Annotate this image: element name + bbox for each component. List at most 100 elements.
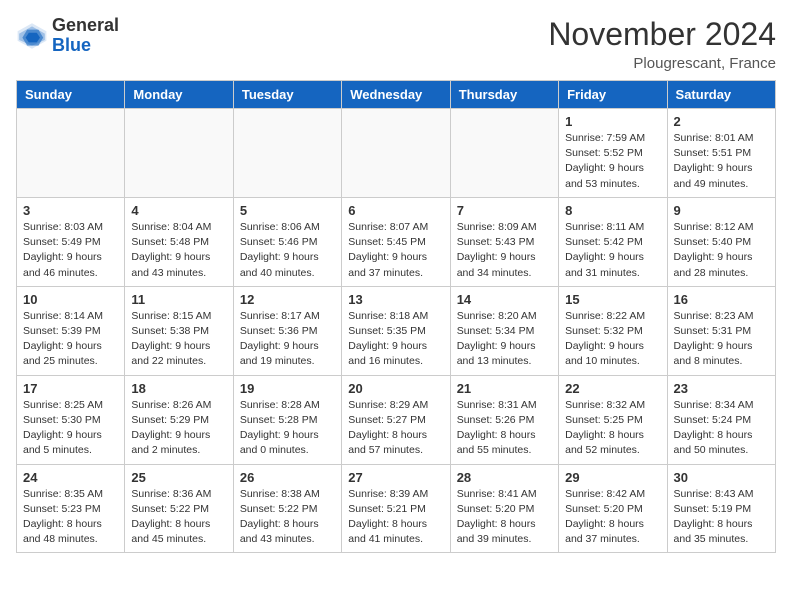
calendar-cell: 23 Sunrise: 8:34 AM Sunset: 5:24 PM Dayli… [667,375,775,464]
calendar-cell: 9 Sunrise: 8:12 AM Sunset: 5:40 PM Daylig… [667,197,775,286]
calendar-cell: 19 Sunrise: 8:28 AM Sunset: 5:28 PM Dayli… [233,375,341,464]
day-number: 14 [457,292,552,307]
day-number: 22 [565,381,660,396]
calendar-cell: 12 Sunrise: 8:17 AM Sunset: 5:36 PM Dayli… [233,286,341,375]
day-number: 21 [457,381,552,396]
day-info: Sunrise: 8:28 AM Sunset: 5:28 PM Dayligh… [240,398,335,459]
calendar-cell: 28 Sunrise: 8:41 AM Sunset: 5:20 PM Dayli… [450,464,558,553]
calendar-cell: 17 Sunrise: 8:25 AM Sunset: 5:30 PM Dayli… [17,375,125,464]
day-info: Sunrise: 8:31 AM Sunset: 5:26 PM Dayligh… [457,398,552,459]
calendar-cell: 29 Sunrise: 8:42 AM Sunset: 5:20 PM Dayli… [559,464,667,553]
day-number: 11 [131,292,226,307]
day-info: Sunrise: 8:34 AM Sunset: 5:24 PM Dayligh… [674,398,769,459]
calendar-cell [125,109,233,198]
calendar-cell: 16 Sunrise: 8:23 AM Sunset: 5:31 PM Dayli… [667,286,775,375]
calendar-cell: 22Sunrise: 8:32 AM Sunset: 5:25 PM Dayli… [559,375,667,464]
calendar-cell: 15Sunrise: 8:22 AM Sunset: 5:32 PM Dayli… [559,286,667,375]
day-number: 16 [674,292,769,307]
month-title: November 2024 [548,16,776,53]
day-header-friday: Friday [559,81,667,109]
calendar-cell: 21 Sunrise: 8:31 AM Sunset: 5:26 PM Dayli… [450,375,558,464]
calendar-cell: 30 Sunrise: 8:43 AM Sunset: 5:19 PM Dayli… [667,464,775,553]
day-number: 20 [348,381,443,396]
day-number: 4 [131,203,226,218]
day-number: 7 [457,203,552,218]
day-info: Sunrise: 8:15 AM Sunset: 5:38 PM Dayligh… [131,309,226,370]
day-number: 5 [240,203,335,218]
day-number: 1 [565,114,660,129]
day-info: Sunrise: 8:12 AM Sunset: 5:40 PM Dayligh… [674,220,769,281]
page-header: General Blue November 2024 Plougrescant,… [16,16,776,72]
calendar-week-3: 10 Sunrise: 8:14 AM Sunset: 5:39 PM Dayli… [17,286,776,375]
calendar-cell: 1 Sunrise: 7:59 AM Sunset: 5:52 PM Daylig… [559,109,667,198]
day-info: Sunrise: 8:11 AM Sunset: 5:42 PM Dayligh… [565,220,660,281]
day-number: 9 [674,203,769,218]
day-info: Sunrise: 8:42 AM Sunset: 5:20 PM Dayligh… [565,487,660,548]
day-info: Sunrise: 8:09 AM Sunset: 5:43 PM Dayligh… [457,220,552,281]
day-number: 15 [565,292,660,307]
day-header-sunday: Sunday [17,81,125,109]
logo: General Blue [16,16,119,56]
day-info: Sunrise: 8:07 AM Sunset: 5:45 PM Dayligh… [348,220,443,281]
calendar-table: SundayMondayTuesdayWednesdayThursdayFrid… [16,80,776,553]
calendar-cell: 4 Sunrise: 8:04 AM Sunset: 5:48 PM Daylig… [125,197,233,286]
day-info: Sunrise: 8:03 AM Sunset: 5:49 PM Dayligh… [23,220,118,281]
calendar-cell: 3Sunrise: 8:03 AM Sunset: 5:49 PM Daylig… [17,197,125,286]
day-info: Sunrise: 8:23 AM Sunset: 5:31 PM Dayligh… [674,309,769,370]
day-info: Sunrise: 8:26 AM Sunset: 5:29 PM Dayligh… [131,398,226,459]
day-header-tuesday: Tuesday [233,81,341,109]
calendar-cell [17,109,125,198]
day-info: Sunrise: 8:14 AM Sunset: 5:39 PM Dayligh… [23,309,118,370]
day-info: Sunrise: 8:01 AM Sunset: 5:51 PM Dayligh… [674,131,769,192]
day-info: Sunrise: 8:39 AM Sunset: 5:21 PM Dayligh… [348,487,443,548]
day-header-thursday: Thursday [450,81,558,109]
calendar-cell: 10 Sunrise: 8:14 AM Sunset: 5:39 PM Dayli… [17,286,125,375]
calendar-cell: 27 Sunrise: 8:39 AM Sunset: 5:21 PM Dayli… [342,464,450,553]
day-info: Sunrise: 8:17 AM Sunset: 5:36 PM Dayligh… [240,309,335,370]
logo-icon [16,20,48,52]
day-header-wednesday: Wednesday [342,81,450,109]
calendar-week-1: 1 Sunrise: 7:59 AM Sunset: 5:52 PM Daylig… [17,109,776,198]
calendar-cell: 26Sunrise: 8:38 AM Sunset: 5:22 PM Dayli… [233,464,341,553]
day-info: Sunrise: 8:35 AM Sunset: 5:23 PM Dayligh… [23,487,118,548]
logo-general: General [52,15,119,35]
calendar-cell: 25 Sunrise: 8:36 AM Sunset: 5:22 PM Dayli… [125,464,233,553]
day-info: Sunrise: 8:25 AM Sunset: 5:30 PM Dayligh… [23,398,118,459]
calendar-cell: 24 Sunrise: 8:35 AM Sunset: 5:23 PM Dayli… [17,464,125,553]
day-info: Sunrise: 7:59 AM Sunset: 5:52 PM Dayligh… [565,131,660,192]
day-number: 30 [674,470,769,485]
calendar-cell: 14Sunrise: 8:20 AM Sunset: 5:34 PM Dayli… [450,286,558,375]
day-header-monday: Monday [125,81,233,109]
calendar-cell: 20 Sunrise: 8:29 AM Sunset: 5:27 PM Dayli… [342,375,450,464]
day-number: 17 [23,381,118,396]
day-info: Sunrise: 8:04 AM Sunset: 5:48 PM Dayligh… [131,220,226,281]
day-number: 23 [674,381,769,396]
day-info: Sunrise: 8:29 AM Sunset: 5:27 PM Dayligh… [348,398,443,459]
day-info: Sunrise: 8:36 AM Sunset: 5:22 PM Dayligh… [131,487,226,548]
calendar-cell [450,109,558,198]
day-number: 13 [348,292,443,307]
day-number: 27 [348,470,443,485]
calendar-header-row: SundayMondayTuesdayWednesdayThursdayFrid… [17,81,776,109]
calendar-cell: 7 Sunrise: 8:09 AM Sunset: 5:43 PM Daylig… [450,197,558,286]
day-number: 12 [240,292,335,307]
day-number: 8 [565,203,660,218]
day-number: 19 [240,381,335,396]
day-info: Sunrise: 8:41 AM Sunset: 5:20 PM Dayligh… [457,487,552,548]
day-number: 25 [131,470,226,485]
day-info: Sunrise: 8:38 AM Sunset: 5:22 PM Dayligh… [240,487,335,548]
day-info: Sunrise: 8:43 AM Sunset: 5:19 PM Dayligh… [674,487,769,548]
calendar-cell: 18Sunrise: 8:26 AM Sunset: 5:29 PM Dayli… [125,375,233,464]
logo-blue: Blue [52,35,91,55]
day-number: 10 [23,292,118,307]
day-header-saturday: Saturday [667,81,775,109]
day-number: 24 [23,470,118,485]
day-number: 2 [674,114,769,129]
day-number: 28 [457,470,552,485]
day-number: 29 [565,470,660,485]
calendar-cell: 5Sunrise: 8:06 AM Sunset: 5:46 PM Daylig… [233,197,341,286]
location: Plougrescant, France [548,55,776,72]
calendar-cell: 8 Sunrise: 8:11 AM Sunset: 5:42 PM Daylig… [559,197,667,286]
calendar-cell [342,109,450,198]
calendar-cell: 6Sunrise: 8:07 AM Sunset: 5:45 PM Daylig… [342,197,450,286]
